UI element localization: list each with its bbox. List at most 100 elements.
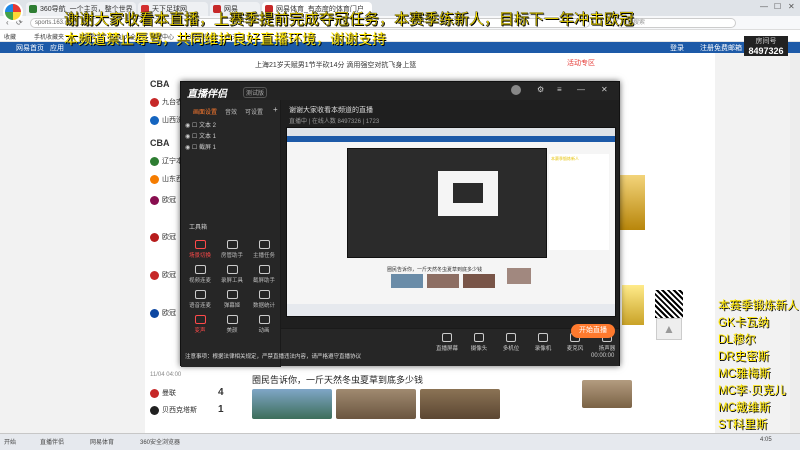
- menu-icon[interactable]: ≡: [557, 85, 562, 94]
- lineup-item: MC戴维斯: [718, 402, 771, 414]
- match-league: 欧冠: [162, 234, 176, 241]
- page-scrollbar[interactable]: [790, 53, 800, 433]
- preview-taskbar: [287, 304, 615, 316]
- match-row[interactable]: 欧冠: [150, 308, 176, 318]
- tool-animation[interactable]: 动画: [249, 315, 279, 334]
- minimize-icon[interactable]: —: [577, 85, 585, 94]
- tool-label: 截屏助手: [252, 278, 275, 284]
- tool-label: 扬声器: [598, 346, 616, 352]
- app-logo: 直播伴侣: [187, 89, 227, 100]
- tool-icon: [194, 265, 206, 274]
- tool-label: 美颜: [226, 328, 238, 334]
- layer-label: 截屏 1: [198, 145, 216, 151]
- avatar[interactable]: [511, 85, 521, 95]
- counter-label: 房间号: [755, 38, 777, 45]
- news-headline[interactable]: 上海21岁天赋男1节半砍14分 滴用强空对抗飞身上篮: [255, 60, 416, 70]
- tool-room-manager[interactable]: 房管助手: [217, 240, 247, 259]
- camera-icon: [474, 333, 484, 342]
- bottom-tool-recorder[interactable]: 录像机: [527, 333, 559, 352]
- preview-thumb: [427, 274, 459, 288]
- team-logo-icon: [150, 97, 159, 107]
- system-clock: 4:05: [760, 437, 772, 443]
- tool-icon: [194, 290, 206, 299]
- tab-audio[interactable]: 音效: [225, 107, 237, 116]
- team-logo-icon: [150, 232, 159, 242]
- bottom-tool-multicam[interactable]: 多机位: [495, 333, 527, 352]
- close-icon[interactable]: ✕: [788, 2, 795, 11]
- tool-screen-record[interactable]: 录屏工具: [217, 265, 247, 284]
- match-league: 欧冠: [162, 310, 176, 317]
- tool-label: 录像机: [534, 346, 552, 352]
- close-icon[interactable]: ✕: [601, 85, 608, 94]
- article-thumb[interactable]: [336, 389, 416, 419]
- settings-icon[interactable]: ⚙: [537, 85, 544, 94]
- app-titlebar: 直播伴侣 测试版 ⚙ ≡ — ✕: [181, 82, 619, 100]
- bookmark-item[interactable]: 收藏: [4, 32, 16, 41]
- tool-video-link[interactable]: 视频连麦: [185, 265, 215, 284]
- match-away-row[interactable]: 贝西克塔斯: [150, 405, 197, 415]
- tool-danmaku[interactable]: 弹幕姬: [217, 290, 247, 309]
- app-logo-icon: [3, 2, 23, 22]
- tool-screenshot[interactable]: 截屏助手: [249, 265, 279, 284]
- match-row[interactable]: 欧冠: [150, 195, 176, 205]
- tool-label: 录屏工具: [220, 278, 243, 284]
- start-button[interactable]: 开始: [4, 437, 16, 446]
- login-link[interactable]: 登录: [670, 43, 684, 53]
- layer-item[interactable]: ◉ ☐ 截屏 1: [185, 142, 216, 151]
- lineup-item: MC李·贝克儿: [718, 385, 786, 397]
- team-logo-icon: [150, 174, 159, 184]
- match-row[interactable]: 欧冠: [150, 270, 176, 280]
- site-home-link[interactable]: 网易首页: [16, 43, 44, 53]
- match-home-row[interactable]: 曼联: [150, 388, 176, 398]
- tool-statistics[interactable]: 数据统计: [249, 290, 279, 309]
- taskbar-app[interactable]: 360安全浏览器: [140, 437, 180, 446]
- tool-anchor-task[interactable]: 主播任务: [249, 240, 279, 259]
- ad-image[interactable]: [622, 285, 644, 325]
- tool-voice-changer[interactable]: 变声: [185, 315, 215, 334]
- qr-code-icon: [655, 290, 683, 318]
- layer-item[interactable]: ◉ ☐ 文本 2: [185, 120, 216, 129]
- league-label: CBA: [150, 79, 170, 89]
- go-live-button[interactable]: 开始直播: [571, 324, 615, 338]
- tab-favicon-icon: [29, 5, 37, 13]
- tab-settings[interactable]: 可设置: [245, 107, 263, 116]
- lineup-item: DR史密斯: [718, 351, 770, 363]
- preview-site-header: [287, 136, 615, 142]
- article-thumb[interactable]: [582, 380, 632, 408]
- streaming-app-window: 直播伴侣 测试版 ⚙ ≡ — ✕ 画面设置 音效 可设置 + ◉ ☐ 文本 2 …: [180, 81, 620, 367]
- tool-beauty[interactable]: 美颜: [217, 315, 247, 334]
- tool-icon: [258, 265, 270, 274]
- bottom-tool-screen[interactable]: 直播屏幕: [431, 333, 463, 352]
- tool-icon: [258, 315, 270, 324]
- layer-item[interactable]: ◉ ☐ 文本 1: [185, 131, 216, 140]
- article-thumb[interactable]: [252, 389, 332, 419]
- tool-scene-switch[interactable]: 场景切换: [185, 240, 215, 259]
- bottom-tool-camera[interactable]: 摄像头: [463, 333, 495, 352]
- site-apps-link[interactable]: 应用: [50, 43, 64, 53]
- add-icon[interactable]: +: [273, 105, 278, 114]
- taskbar-app[interactable]: 网易体育: [90, 437, 114, 446]
- scroll-up-icon[interactable]: ▲: [656, 318, 682, 340]
- match-row[interactable]: 欧冠: [150, 232, 176, 242]
- tab-scene[interactable]: 画面设置: [193, 107, 217, 116]
- tool-voice-link[interactable]: 语音连麦: [185, 290, 215, 309]
- lineup-item: MC雅梅斯: [718, 368, 771, 380]
- article-thumb[interactable]: [420, 389, 500, 419]
- banner-subline: 本频道禁止辱骂，共同维护良好直播环境，谢谢支持: [64, 31, 386, 47]
- team-logo-icon: [150, 270, 159, 280]
- preview-nested-screen: [438, 171, 498, 216]
- ad-image[interactable]: [620, 175, 645, 230]
- article-title[interactable]: 圈民告诉你，一斤天然冬虫夏草到底多少钱: [252, 373, 423, 386]
- tool-label: 直播屏幕: [435, 346, 458, 352]
- lineup-item: 本赛季锻炼新人: [718, 300, 799, 312]
- register-link[interactable]: 注册免费邮箱: [700, 43, 742, 53]
- lineup-item: ST科里斯: [718, 419, 768, 431]
- taskbar-app[interactable]: 直播伴侣: [40, 437, 64, 446]
- taskbar: 开始 直播伴侣 网易体育 360安全浏览器 4:05: [0, 433, 800, 450]
- hot-label[interactable]: 活动专区: [567, 58, 595, 68]
- team-logo-icon: [150, 388, 159, 398]
- tool-label: 弹幕姬: [223, 303, 241, 309]
- preview-thumb: [507, 268, 531, 284]
- tool-icon: [258, 290, 270, 299]
- bookmark-item[interactable]: 手机收藏夹: [34, 32, 64, 41]
